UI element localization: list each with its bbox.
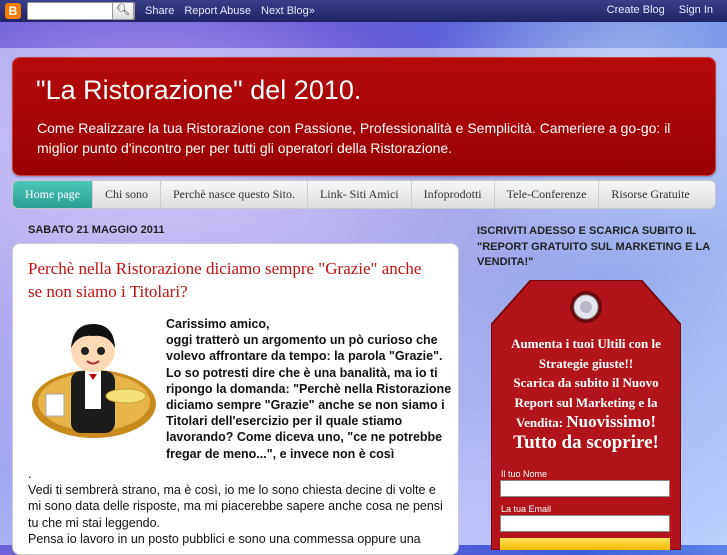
name-label: Il tuo Nome	[501, 469, 548, 479]
blog-header: "La Ristorazione" del 2010. Come Realizz…	[12, 57, 716, 176]
tag-highlight: Nuovissimo!	[566, 412, 657, 431]
tag-line-1: Aumenta i tuoi Ultili con le Strategie g…	[511, 336, 661, 371]
tag-promo-text: Aumenta i tuoi Ultili con le Strategie g…	[499, 334, 673, 452]
email-label: La tua Email	[501, 504, 552, 514]
blog-title[interactable]: "La Ristorazione" del 2010.	[36, 75, 361, 106]
tab-home[interactable]: Home page	[13, 181, 93, 208]
tab-perche[interactable]: Perchè nasce questo Sito.	[161, 181, 308, 208]
create-blog-link[interactable]: Create Blog	[607, 4, 665, 16]
search-input[interactable]: 🔍︎	[27, 2, 135, 20]
tab-infoprodotti[interactable]: Infoprodotti	[412, 181, 495, 208]
tag-line-3: Tutto da scoprire!	[513, 431, 659, 453]
report-signup-tag: Aumenta i tuoi Ultili con le Strategie g…	[491, 280, 681, 550]
blogger-navbar: B 🔍︎ Share Report Abuse Next Blog» Creat…	[0, 0, 727, 22]
tab-tele-conferenze[interactable]: Tele-Conferenze	[495, 181, 600, 208]
tab-link-siti-amici[interactable]: Link- Siti Amici	[308, 181, 412, 208]
next-blog-link[interactable]: Next Blog»	[261, 5, 315, 17]
sign-in-link[interactable]: Sign In	[679, 4, 713, 16]
tab-risorse-gratuite[interactable]: Risorse Gratuite	[599, 181, 701, 208]
tab-chi-sono[interactable]: Chi sono	[93, 181, 161, 208]
report-abuse-link[interactable]: Report Abuse	[184, 5, 251, 17]
search-button[interactable]: 🔍︎	[112, 2, 134, 20]
blog-description: Come Realizzare la tua Ristorazione con …	[37, 120, 671, 156]
email-input[interactable]	[500, 515, 670, 532]
waiter-illustration	[32, 324, 156, 438]
post-intro: Carissimo amico, oggi tratterò un argome…	[166, 317, 452, 461]
page-tabs: Home page Chi sono Perchè nasce questo S…	[12, 180, 716, 209]
blogger-logo-icon[interactable]: B	[5, 3, 21, 19]
share-link[interactable]: Share	[145, 5, 174, 17]
post-title[interactable]: Perchè nella Ristorazione diciamo sempre…	[28, 257, 433, 303]
post-date: SABATO 21 MAGGIO 2011	[28, 224, 165, 236]
blog-post: Perchè nella Ristorazione diciamo sempre…	[12, 243, 459, 555]
submit-button[interactable]	[500, 538, 670, 550]
name-input[interactable]	[500, 480, 670, 497]
post-body: . Vedi ti sembrerà strano, ma è così, io…	[28, 467, 443, 546]
sidebar-widget-title: ISCRIVITI ADESSO E SCARICA SUBITO IL "RE…	[477, 225, 710, 268]
